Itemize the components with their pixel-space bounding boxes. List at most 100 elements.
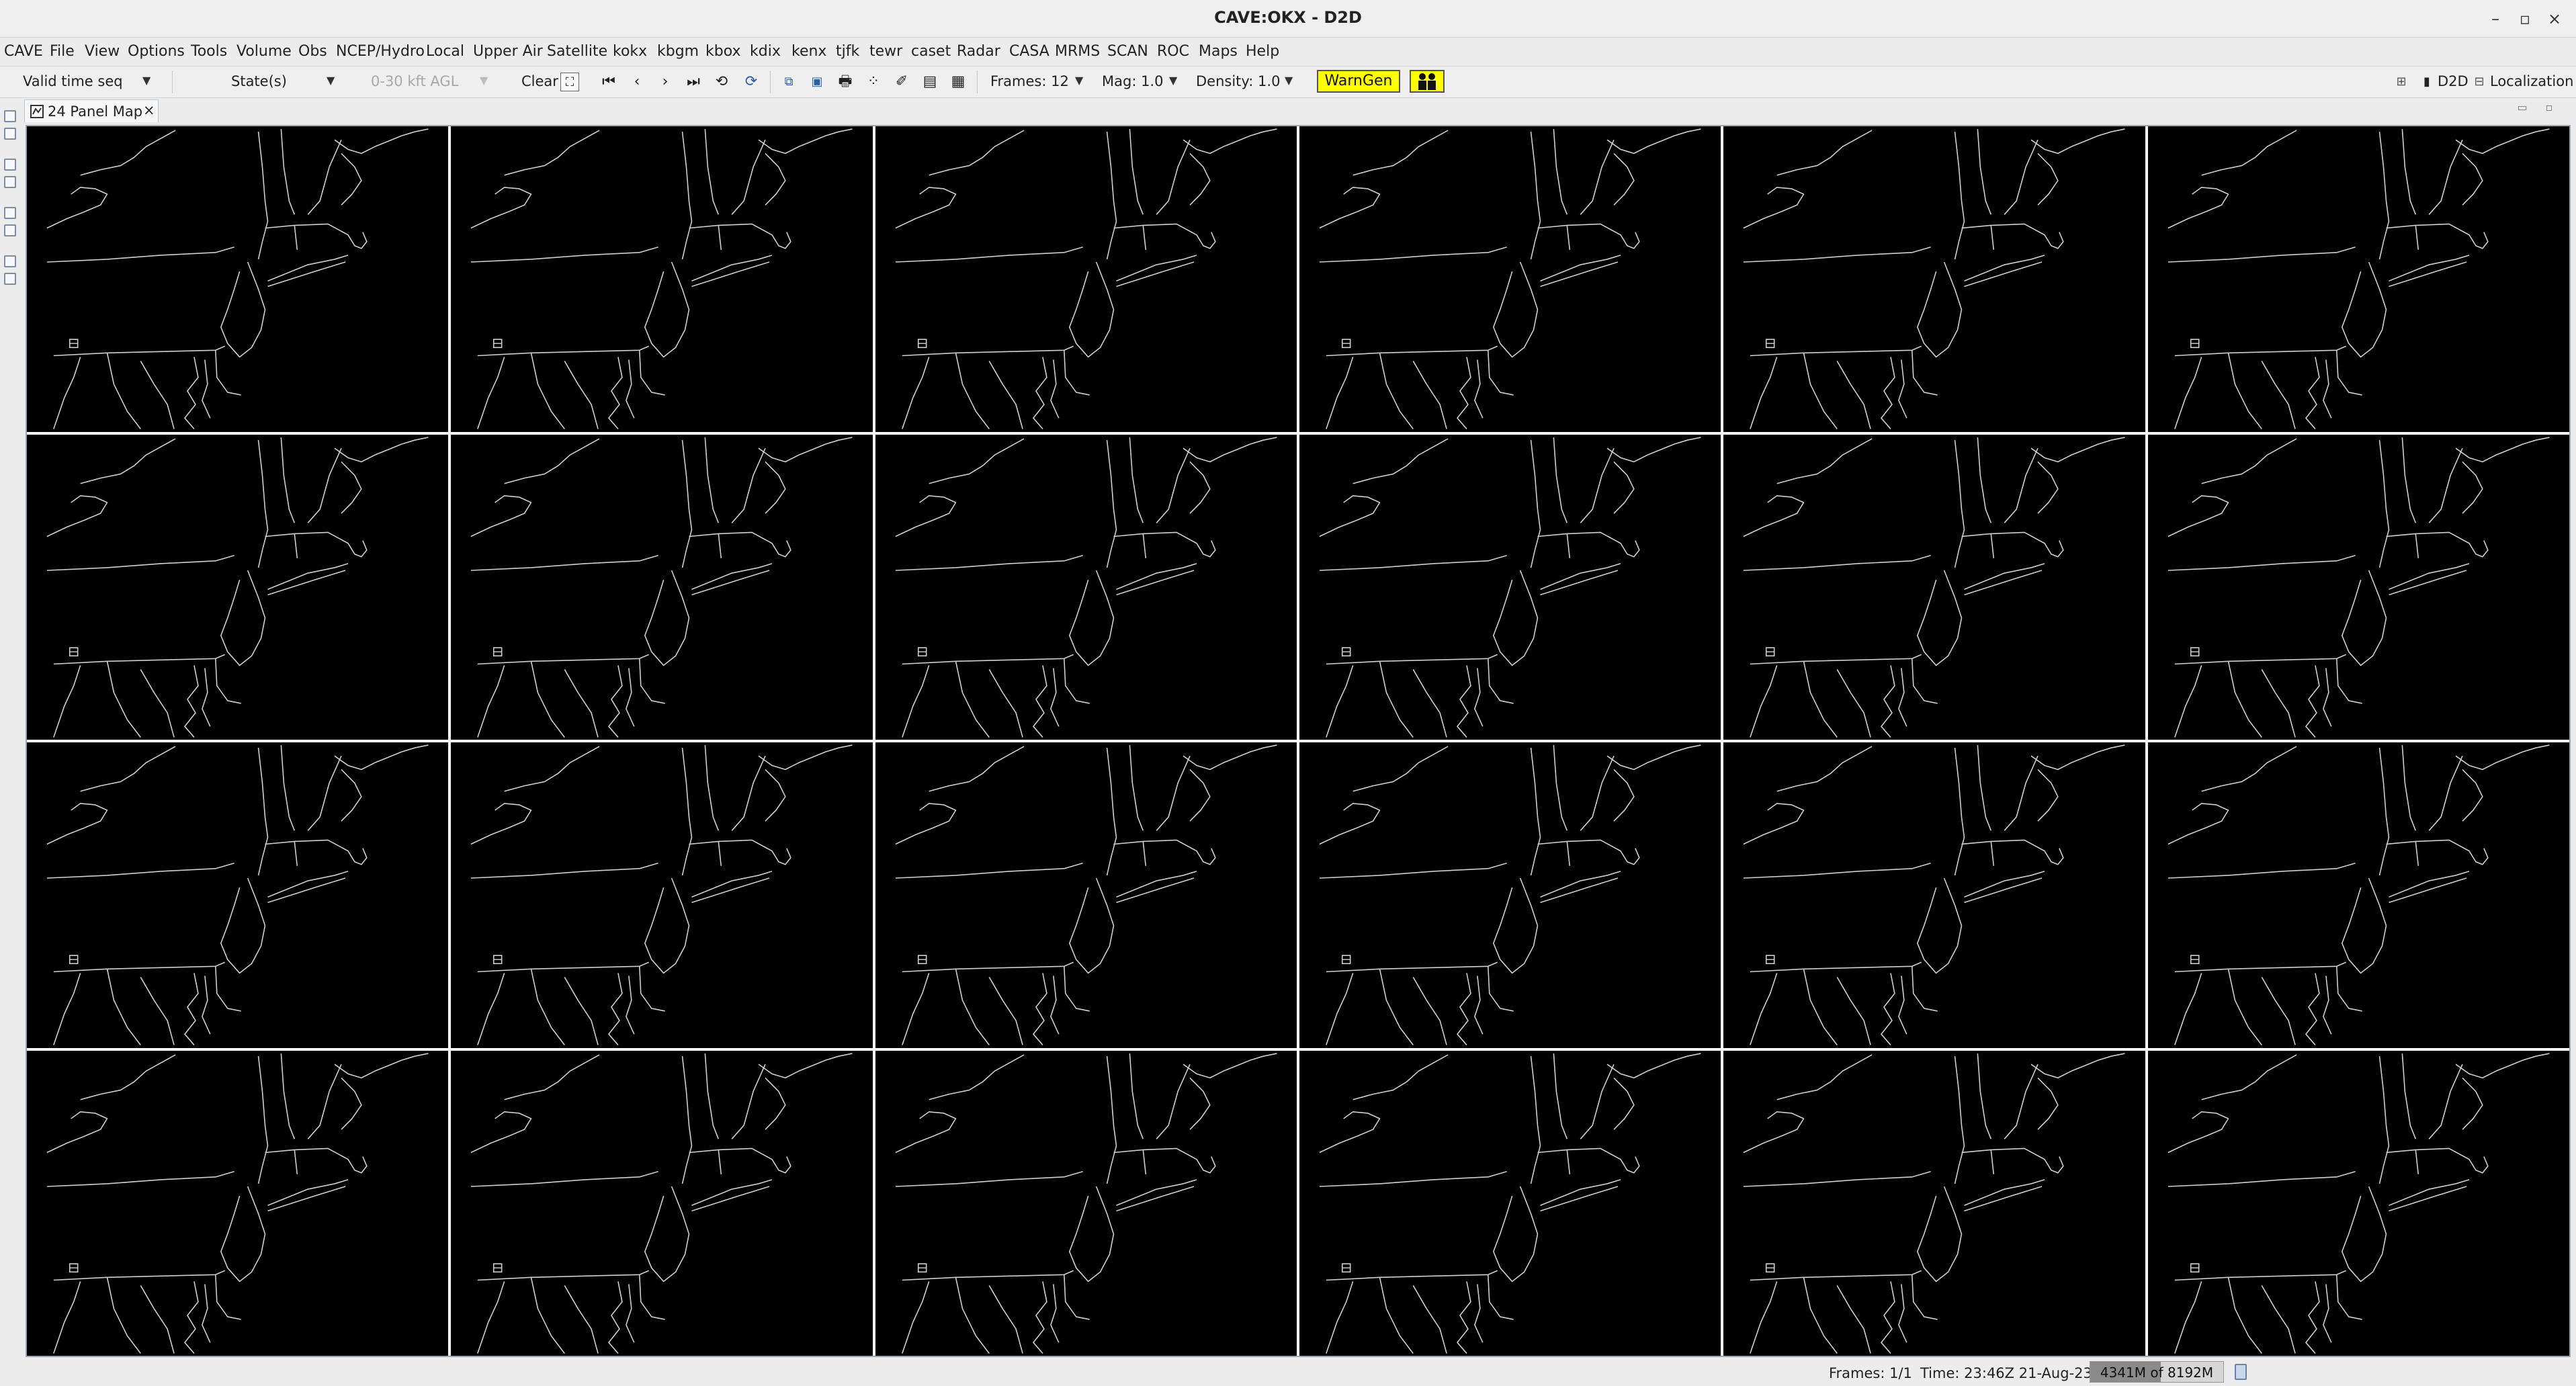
map-panel[interactable]	[1723, 1050, 2145, 1356]
maximize-button[interactable]: ▫	[2511, 5, 2538, 32]
map-display-area[interactable]	[26, 125, 2571, 1357]
open-perspective-icon[interactable]: ⊞	[2392, 73, 2411, 91]
menu-casa[interactable]: CASA	[1009, 43, 1049, 60]
view-icon[interactable]	[4, 128, 16, 140]
menu-mrms[interactable]: MRMS	[1055, 43, 1100, 60]
menu-view[interactable]: View	[85, 43, 120, 60]
map-panel[interactable]	[875, 1050, 1297, 1356]
warngen-button[interactable]: WarnGen	[1317, 70, 1400, 93]
map-panel[interactable]	[451, 126, 873, 432]
map-panel[interactable]	[2147, 434, 2569, 740]
people-icon[interactable]	[1410, 70, 1445, 93]
view-icon[interactable]	[4, 224, 16, 236]
close-window-button[interactable]: ×	[2541, 5, 2568, 32]
map-panel[interactable]	[451, 434, 873, 740]
menu-cave[interactable]: CAVE	[4, 43, 43, 60]
states-dropdown[interactable]: State(s)	[231, 73, 287, 89]
map-panel[interactable]	[27, 742, 449, 1048]
minimize-button[interactable]: –	[2482, 5, 2509, 32]
chevron-down-icon[interactable]: ▼	[1169, 74, 1177, 87]
garbage-collect-icon[interactable]	[2235, 1364, 2247, 1380]
menu-kenx[interactable]: kenx	[791, 43, 826, 60]
menu-kokx[interactable]: kokx	[613, 43, 647, 60]
print-icon[interactable]: 🖶	[836, 73, 855, 91]
map-panel[interactable]	[451, 1050, 873, 1356]
d2d-perspective-button[interactable]: D2D	[2438, 73, 2468, 89]
menu-ncep-hydro[interactable]: NCEP/Hydro	[336, 43, 425, 60]
menu-tewr[interactable]: tewr	[869, 43, 902, 60]
chevron-down-icon[interactable]: ▼	[1285, 74, 1293, 87]
menu-satellite[interactable]: Satellite	[547, 43, 607, 60]
map-panel[interactable]	[27, 126, 449, 432]
chevron-down-icon[interactable]: ▼	[327, 74, 335, 87]
menu-kbgm[interactable]: kbgm	[657, 43, 699, 60]
menu-options[interactable]: Options	[128, 43, 185, 60]
restore-view-icon[interactable]	[4, 110, 16, 122]
minimize-view-icon[interactable]: ▭	[2516, 101, 2529, 114]
restore-view-icon[interactable]	[4, 255, 16, 267]
menu-kdix[interactable]: kdix	[750, 43, 781, 60]
view-icon[interactable]	[4, 176, 16, 188]
mag-dropdown[interactable]: Mag: 1.0	[1102, 73, 1163, 89]
menu-help[interactable]: Help	[1246, 43, 1279, 60]
sample-tool-icon[interactable]: ✐	[892, 73, 911, 91]
map-panel[interactable]	[875, 126, 1297, 432]
localization-perspective-button[interactable]: Localization	[2490, 73, 2573, 89]
map-panel[interactable]	[27, 434, 449, 740]
menu-tools[interactable]: Tools	[191, 43, 227, 60]
d2d-perspective-icon[interactable]: ▮	[2417, 73, 2436, 91]
map-panel[interactable]	[2147, 1050, 2569, 1356]
map-panel[interactable]	[1723, 434, 2145, 740]
clear-button[interactable]: Clear	[521, 73, 558, 89]
map-panel[interactable]	[1299, 1050, 1721, 1356]
previous-frame-icon[interactable]: ‹	[628, 73, 646, 91]
menu-caset[interactable]: caset	[911, 43, 951, 60]
menu-kbox[interactable]: kbox	[705, 43, 741, 60]
map-panel[interactable]	[1723, 742, 2145, 1048]
menu-upper-air[interactable]: Upper Air	[473, 43, 543, 60]
menu-roc[interactable]: ROC	[1157, 43, 1189, 60]
menu-radar[interactable]: Radar	[957, 43, 1000, 60]
localization-perspective-icon[interactable]: ⊟	[2470, 73, 2489, 91]
restore-view-icon[interactable]	[4, 207, 16, 219]
map-panel[interactable]	[1723, 126, 2145, 432]
menu-tjfk[interactable]: tjfk	[836, 43, 859, 60]
refresh-icon[interactable]: ⟳	[742, 73, 761, 91]
density-dropdown[interactable]: Density: 1.0	[1196, 73, 1280, 89]
close-tab-icon[interactable]: ×	[143, 102, 155, 118]
zoom-extent-icon[interactable]: ⛶	[560, 73, 579, 91]
chevron-down-icon[interactable]: ▼	[1075, 74, 1083, 87]
points-icon[interactable]: ⁘	[864, 73, 883, 91]
map-panel[interactable]	[27, 1050, 449, 1356]
map-panel[interactable]	[1299, 434, 1721, 740]
chevron-down-icon[interactable]: ▼	[142, 74, 151, 87]
menu-local[interactable]: Local	[426, 43, 464, 60]
menu-obs[interactable]: Obs	[298, 43, 327, 60]
time-mode-dropdown[interactable]: Valid time seq	[23, 73, 123, 89]
map-panel[interactable]	[1299, 742, 1721, 1048]
maximize-view-icon[interactable]: ▫	[2542, 101, 2556, 114]
next-frame-icon[interactable]: ›	[656, 73, 675, 91]
map-panel[interactable]	[875, 434, 1297, 740]
menu-volume[interactable]: Volume	[237, 43, 292, 60]
menu-scan[interactable]: SCAN	[1107, 43, 1148, 60]
map-panel[interactable]	[875, 742, 1297, 1048]
tab-24-panel-map[interactable]: 24 Panel Map ×	[24, 99, 159, 122]
loop-icon[interactable]: ⟲	[712, 73, 731, 91]
menu-maps[interactable]: Maps	[1199, 43, 1238, 60]
map-panel[interactable]	[451, 742, 873, 1048]
swap-panes-icon[interactable]: ⧉	[779, 73, 798, 91]
menu-file[interactable]: File	[50, 43, 75, 60]
memory-usage-bar[interactable]: 4341M of 8192M	[2090, 1361, 2224, 1383]
view-icon[interactable]	[4, 273, 16, 285]
first-frame-icon[interactable]: ⏮	[599, 73, 618, 91]
restore-view-icon[interactable]	[4, 159, 16, 171]
single-panel-icon[interactable]: ▦	[949, 73, 968, 91]
map-panel[interactable]	[2147, 742, 2569, 1048]
frames-dropdown[interactable]: Frames: 12	[990, 73, 1069, 89]
image-properties-icon[interactable]: ▣	[808, 73, 826, 91]
last-frame-icon[interactable]: ⏭	[684, 73, 703, 91]
map-panel[interactable]	[2147, 126, 2569, 432]
map-panel[interactable]	[1299, 126, 1721, 432]
panel-layout-icon[interactable]: ▤	[920, 73, 939, 91]
